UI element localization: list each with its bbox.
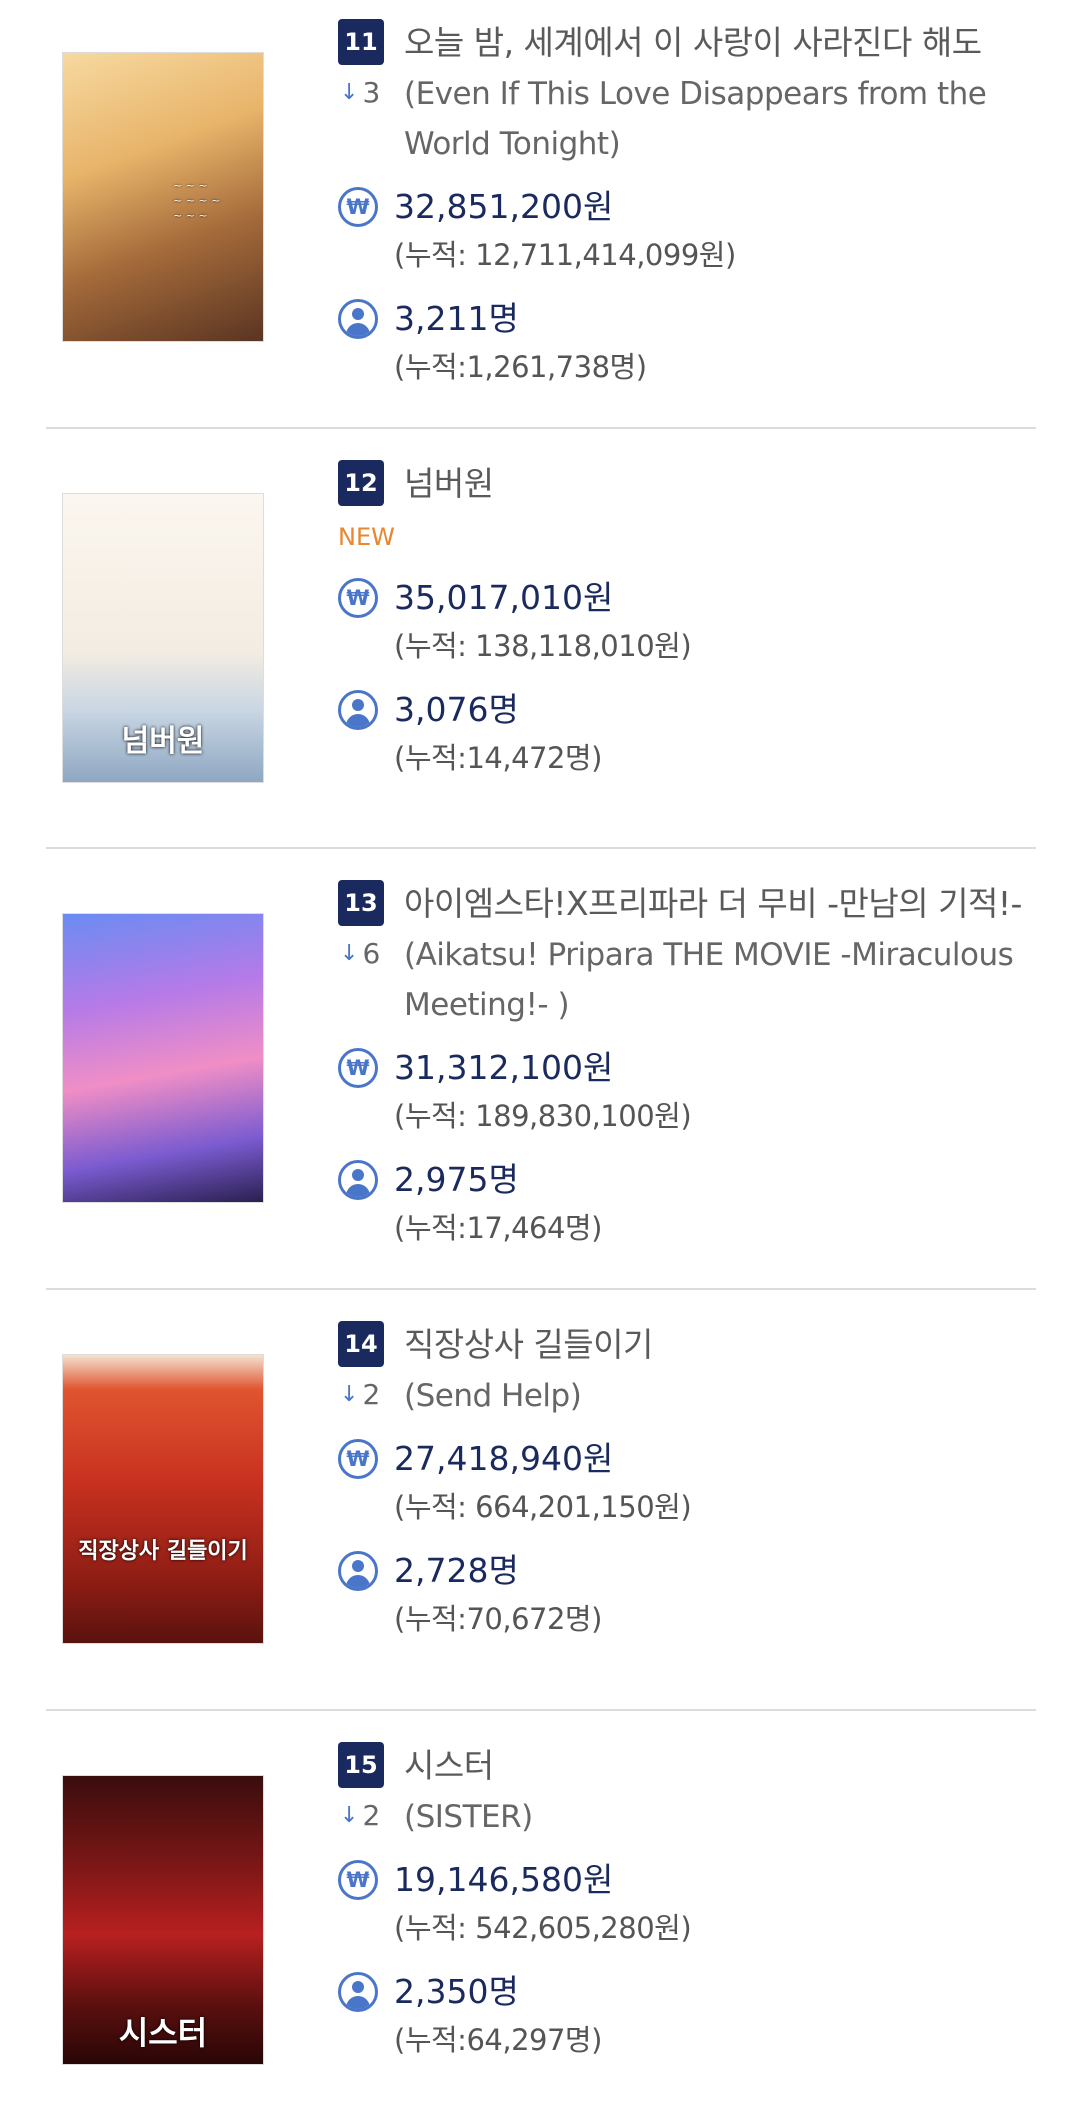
movie-title[interactable]: 아이엠스타!X프리파라 더 무비 -만남의 기적!- [404,880,1022,928]
rank-badge: 15 [338,1742,384,1788]
movie-poster[interactable]: 직장상사 길들이기 [62,1354,264,1644]
rank-change-value: 2 [362,1378,381,1411]
movie-title[interactable]: 넘버원 [404,460,494,508]
rank-badge: 11 [338,19,384,65]
movie-subtitle: (Send Help) [404,1378,582,1414]
movie-subtitle: (Aikatsu! Pripara THE MOVIE -Miraculous … [404,937,1014,1023]
movie-poster[interactable]: 넘버원 [62,493,264,783]
audience-total: (누적:1,261,738명) [394,350,647,384]
audience-total: (누적:70,672명) [394,1602,602,1636]
revenue: 32,851,200원 [394,187,614,226]
person-icon [338,1972,378,2012]
poster-title: 직장상사 길들이기 [78,1539,248,1564]
audience: 2,728명 [394,1551,519,1590]
rank-change-value: 6 [362,937,381,970]
audience-total: (누적:14,472명) [394,741,602,775]
won-icon: ₩ [338,578,378,618]
person-icon [338,1551,378,1591]
won-icon: ₩ [338,1860,378,1900]
divider [46,1288,1036,1290]
movie-title[interactable]: 시스터 [404,1742,494,1790]
rank-change-value: 2 [362,1799,381,1832]
rank-change: ↓ 3 [340,73,380,113]
won-icon: ₩ [338,187,378,227]
poster-title: 시스터 [118,2014,208,2052]
revenue: 31,312,100원 [394,1048,614,1087]
revenue-total: (누적: 138,118,010원) [394,629,692,663]
rank-badge: 14 [338,1321,384,1367]
rank-badge: 12 [338,460,384,506]
movie-poster[interactable] [62,913,264,1203]
audience: 3,076명 [394,690,519,729]
person-icon [338,1160,378,1200]
movie-title[interactable]: 직장상사 길들이기 [404,1321,653,1369]
audience: 3,211명 [394,299,519,338]
revenue-total: (누적: 664,201,150원) [394,1490,692,1524]
revenue-total: (누적: 189,830,100원) [394,1099,692,1133]
divider [46,427,1036,429]
box-office-list: ~ ~ ~ ~ ~ ~ ~ ~ ~ ~ 11 오늘 밤, 세계에서 이 사랑이 사라… [0,0,1080,2105]
audience-total: (누적:17,464명) [394,1211,602,1245]
movie-title[interactable]: 오늘 밤, 세계에서 이 사랑이 사라진다 해도 [404,19,982,67]
down-arrow-icon: ↓ [340,1803,359,1828]
divider [46,847,1036,849]
person-icon [338,690,378,730]
rank-change: ↓ 2 [340,1796,380,1836]
audience-total: (누적:64,297명) [394,2023,602,2057]
won-icon: ₩ [338,1048,378,1088]
movie-subtitle: (SISTER) [404,1799,533,1835]
rank-change: ↓ 6 [340,934,380,974]
revenue-total: (누적: 542,605,280원) [394,1911,692,1945]
revenue: 27,418,940원 [394,1439,614,1478]
revenue: 19,146,580원 [394,1860,614,1899]
divider [46,1709,1036,1711]
movie-subtitle: (Even If This Love Disappears from the W… [404,76,987,162]
movie-poster[interactable]: ~ ~ ~ ~ ~ ~ ~ ~ ~ ~ [62,52,264,342]
poster-title: 넘버원 [121,724,205,759]
down-arrow-icon: ↓ [340,941,359,966]
rank-badge: 13 [338,880,384,926]
audience: 2,350명 [394,1972,519,2011]
new-badge: NEW [338,523,395,551]
won-icon: ₩ [338,1439,378,1479]
down-arrow-icon: ↓ [340,1382,359,1407]
audience: 2,975명 [394,1160,519,1199]
rank-change-value: 3 [362,76,381,109]
down-arrow-icon: ↓ [340,80,359,105]
poster-text-decoration: ~ ~ ~ ~ ~ ~ ~ ~ ~ ~ [173,179,221,222]
revenue-total: (누적: 12,711,414,099원) [394,238,736,272]
person-icon [338,299,378,339]
revenue: 35,017,010원 [394,578,614,617]
movie-poster[interactable]: 시스터 [62,1775,264,2065]
rank-change: ↓ 2 [340,1375,380,1415]
